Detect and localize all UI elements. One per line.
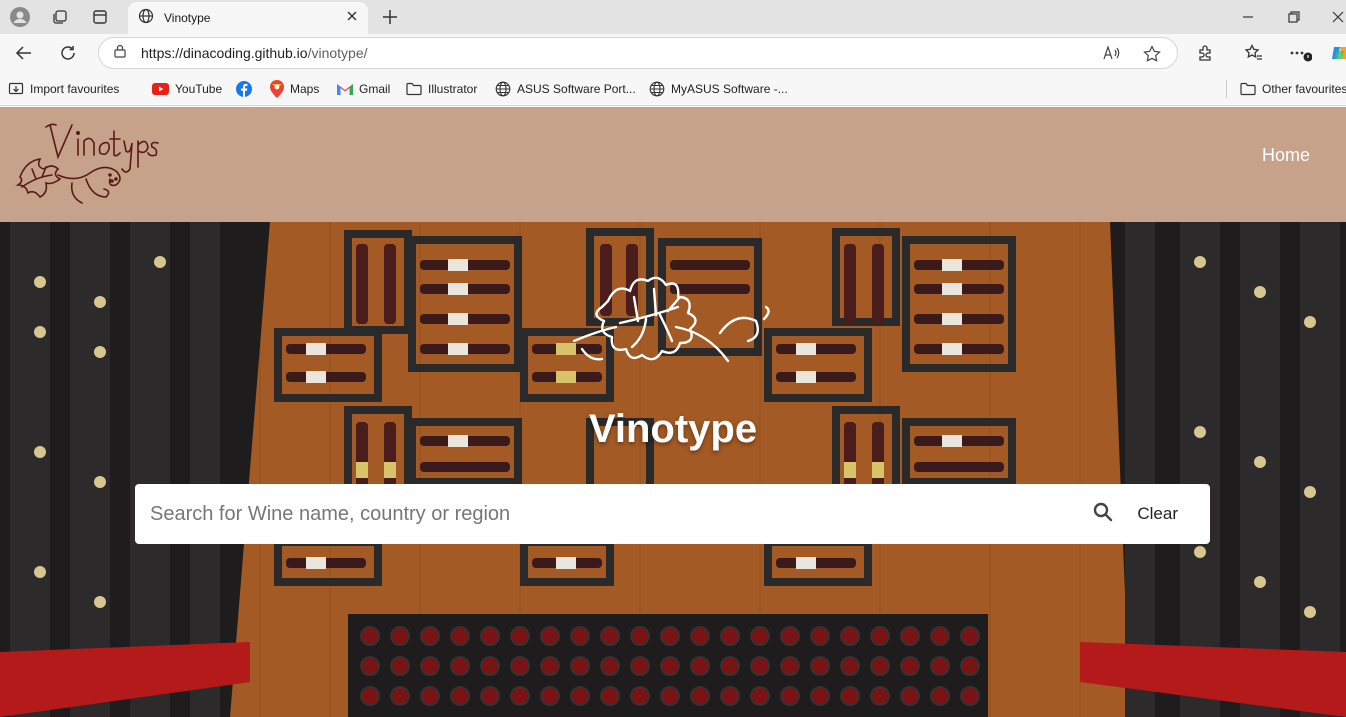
bookmark-label: Other favourites	[1262, 82, 1346, 96]
bookmark-maps[interactable]: Maps	[270, 80, 319, 98]
bookmark-label: Import favourites	[30, 82, 120, 96]
youtube-icon	[152, 83, 169, 95]
copilot-icon[interactable]	[1326, 39, 1346, 67]
vinotype-logo[interactable]	[12, 117, 162, 209]
grape-leaf-icon	[572, 276, 770, 363]
address-bar-row: https://dinacoding.github.io/vinotype/	[0, 34, 1346, 72]
bookmark-import-favourites[interactable]: Import favourites	[8, 80, 119, 98]
bookmark-label: Gmail	[359, 82, 391, 96]
clear-button[interactable]: Clear	[1137, 504, 1178, 524]
bookmarks-bar: Import favourites YouTube Maps Gmail Ill…	[0, 72, 1346, 106]
search-bar: Clear	[135, 484, 1210, 544]
search-button[interactable]	[1083, 494, 1123, 534]
import-icon	[8, 81, 24, 97]
tab-bar: Vinotype	[0, 0, 1346, 34]
workspaces-icon[interactable]	[46, 4, 74, 30]
url-domain: https://dinacoding.github.io	[141, 45, 308, 61]
site-header: Home	[0, 107, 1346, 222]
folder-icon	[406, 82, 422, 96]
favourites-icon[interactable]	[1240, 39, 1268, 67]
bookmarks-divider	[1226, 80, 1227, 98]
globe-icon	[649, 81, 665, 97]
globe-icon	[138, 8, 154, 29]
more-options-icon[interactable]	[1286, 39, 1314, 67]
close-window-icon[interactable]	[1318, 4, 1346, 30]
web-page: Home Vinotype Search for Wine name, coun…	[0, 107, 1346, 717]
bookmark-label: ASUS Software Port...	[517, 82, 636, 96]
folder-icon	[1240, 82, 1256, 96]
globe-icon	[495, 81, 511, 97]
url-field[interactable]: https://dinacoding.github.io/vinotype/	[98, 37, 1178, 69]
search-input[interactable]	[150, 502, 1084, 526]
back-icon[interactable]	[10, 39, 38, 67]
bookmark-youtube[interactable]: YouTube	[152, 80, 222, 98]
bookmark-myasus-software[interactable]: MyASUS Software -...	[649, 80, 788, 98]
gmail-icon	[337, 83, 353, 95]
facebook-icon	[236, 81, 252, 97]
hero-section: Vinotype Clear	[0, 222, 1346, 717]
minimize-icon[interactable]	[1228, 4, 1268, 30]
tab-active[interactable]: Vinotype	[128, 2, 368, 34]
refresh-icon[interactable]	[54, 39, 82, 67]
bookmark-facebook[interactable]	[236, 80, 258, 98]
url-path: /vinotype/	[307, 45, 368, 61]
site-info-icon[interactable]	[113, 44, 127, 63]
bookmark-illustrator[interactable]: Illustrator	[406, 80, 477, 98]
profile-icon[interactable]	[6, 4, 34, 30]
url-text: https://dinacoding.github.io/vinotype/	[141, 45, 368, 61]
nav-home-link[interactable]: Home	[1262, 145, 1310, 166]
extensions-icon[interactable]	[1192, 39, 1220, 67]
read-aloud-icon[interactable]	[1103, 45, 1121, 66]
restore-icon[interactable]	[1274, 4, 1314, 30]
bookmark-label: MyASUS Software -...	[671, 82, 788, 96]
bookmark-asus-software-portal[interactable]: ASUS Software Port...	[495, 80, 636, 98]
favourite-star-icon[interactable]	[1143, 45, 1161, 68]
hero-title: Vinotype	[588, 407, 758, 451]
close-tab-icon[interactable]	[346, 9, 358, 27]
tab-title: Vinotype	[164, 11, 211, 25]
search-icon	[1093, 502, 1113, 527]
new-tab-icon[interactable]	[376, 4, 404, 30]
tab-actions-icon[interactable]	[86, 4, 114, 30]
bookmark-label: YouTube	[175, 82, 223, 96]
bookmark-label: Maps	[290, 82, 320, 96]
maps-icon	[270, 80, 284, 98]
bookmark-gmail[interactable]: Gmail	[337, 80, 390, 98]
bookmark-label: Illustrator	[428, 82, 478, 96]
bookmark-other-favourites[interactable]: Other favourites	[1240, 80, 1346, 98]
